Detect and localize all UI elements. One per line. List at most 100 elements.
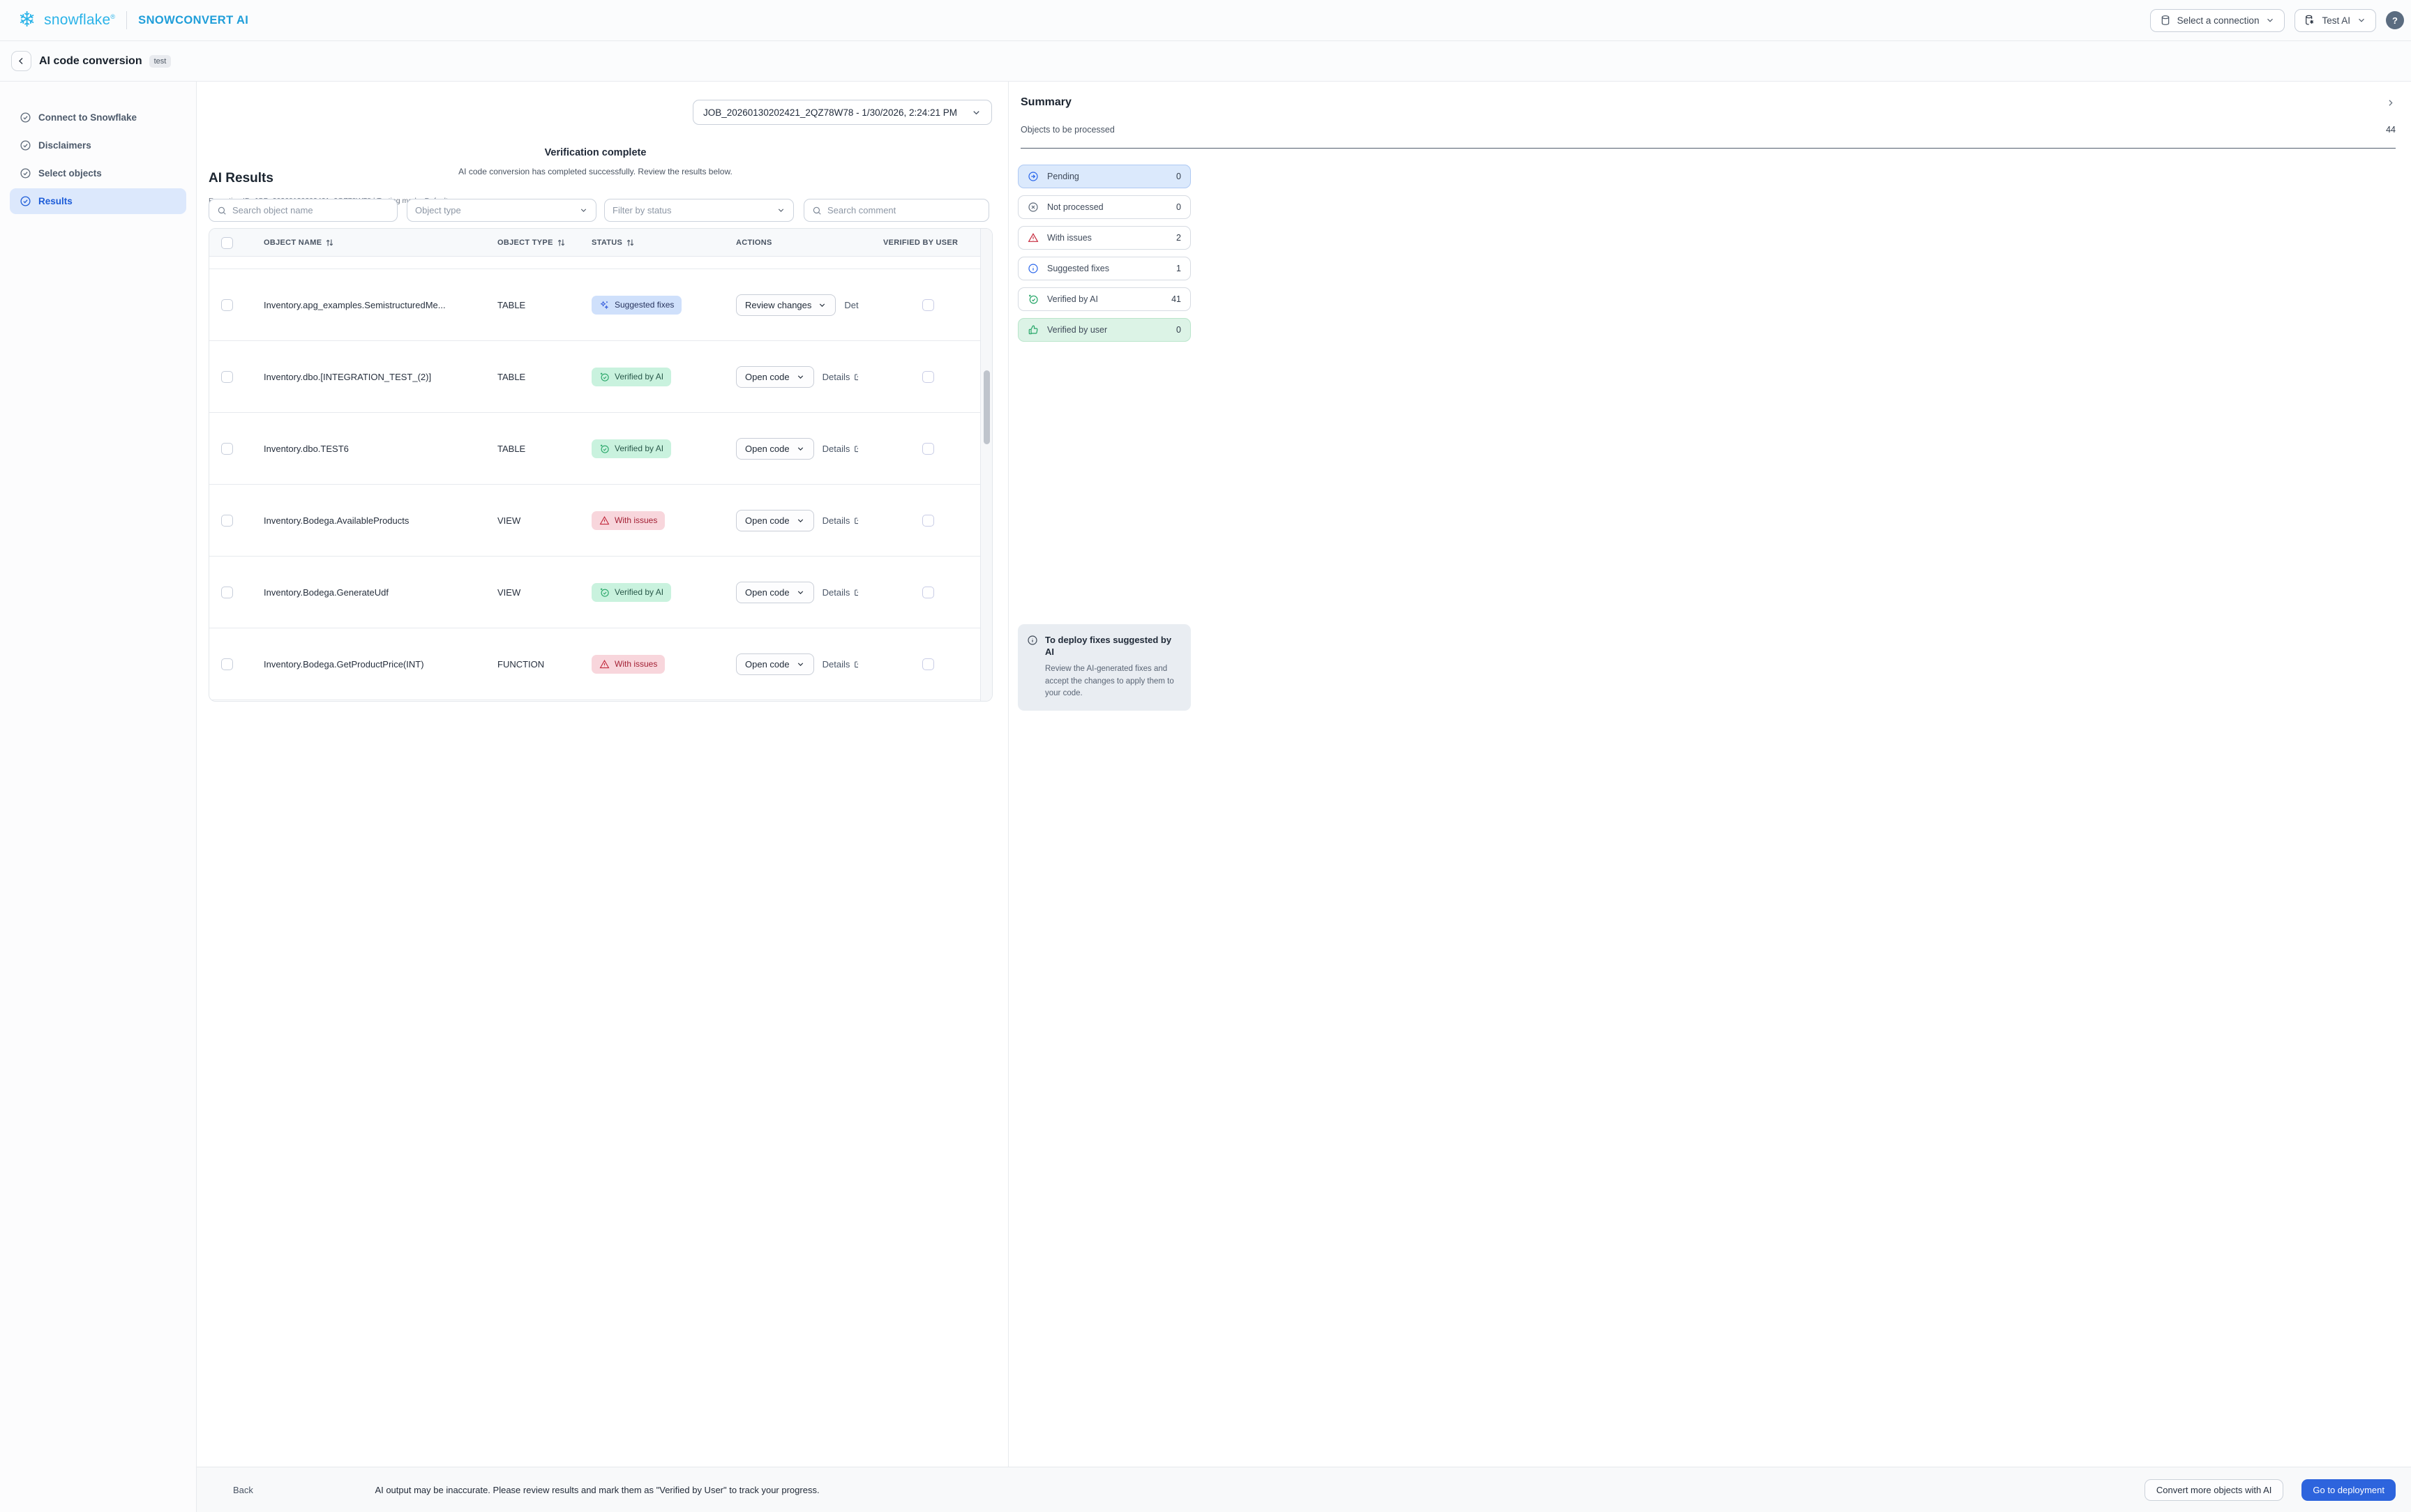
chevron-down-icon [796,588,805,597]
row-checkbox[interactable] [221,443,233,455]
verified-by-user-checkbox[interactable] [922,443,934,455]
details-link[interactable]: Details [823,587,859,598]
select-connection-button[interactable]: Select a connection [2150,9,2285,32]
chevron-down-icon [818,301,827,310]
sort-icon[interactable] [557,238,566,248]
product-name: SNOWCONVERT AI [138,14,248,27]
sidebar-item-connect[interactable]: Connect to Snowflake [10,105,186,130]
convert-more-objects-button[interactable]: Convert more objects with AI [2145,1479,2283,1501]
status-filter-dropdown[interactable]: Filter by status [604,199,794,222]
top-app-bar: ❄ snowflake® SNOWCONVERT AI Select a con… [0,0,2411,41]
stat-card-pending[interactable]: Pending 0 [1018,165,1191,188]
details-link[interactable]: Det [844,300,858,310]
verified-by-user-checkbox[interactable] [922,299,934,311]
search-comment-input[interactable] [827,205,981,216]
column-header-object-name[interactable]: OBJECT NAME [264,229,334,257]
back-link[interactable]: Back [233,1485,253,1495]
check-circle-sparkle-icon [599,587,610,598]
stat-card-with-issues[interactable]: With issues 2 [1018,226,1191,250]
row-checkbox[interactable] [221,371,233,383]
search-object-input[interactable] [232,205,389,216]
select-all-checkbox[interactable] [221,237,233,249]
stat-card-verified-by-user[interactable]: Verified by user 0 [1018,318,1191,342]
sidebar-item-results[interactable]: Results [10,188,186,214]
object-name: Inventory.Bodega.AvailableProducts [264,485,409,556]
status-badge: With issues [592,655,665,674]
stat-card-verified-by-ai[interactable]: Verified by AI 41 [1018,287,1191,311]
column-header-verified-by-user: VERIFIED BY USER [883,229,958,257]
stat-value: 0 [1176,172,1181,181]
verified-by-user-checkbox[interactable] [922,658,934,670]
external-link-icon [853,660,858,669]
open-code-button[interactable]: Open code [736,366,814,388]
verified-by-user-checkbox[interactable] [922,371,934,383]
chevron-down-icon [579,206,588,215]
go-to-deployment-button[interactable]: Go to deployment [2301,1479,2396,1501]
job-selector-dropdown[interactable]: JOB_20260130202421_2QZ78W78 - 1/30/2026,… [693,100,992,125]
table-row: Inventory.Bodega.GetProductPrice(INT) FU… [209,628,982,700]
open-code-button[interactable]: Open code [736,510,814,531]
row-checkbox[interactable] [221,515,233,527]
chevron-down-icon [971,107,982,118]
row-checkbox[interactable] [221,658,233,670]
chevron-down-icon [776,206,786,215]
object-type: TABLE [497,341,525,412]
table-row: Inventory.Bodega.AvailableProducts VIEW … [209,485,982,557]
details-link[interactable]: Details [823,515,859,526]
stat-value: 41 [1171,294,1181,304]
stat-label: Verified by AI [1047,294,1098,304]
stat-card-suggested-fixes[interactable]: Suggested fixes 1 [1018,257,1191,280]
verification-status-subtitle: AI code conversion has completed success… [197,167,994,176]
help-button[interactable]: ? [2386,11,2404,29]
stat-label: Verified by user [1047,325,1107,335]
info-title: To deploy fixes suggested by AI [1045,635,1181,658]
stat-value: 2 [1176,233,1181,243]
chevron-left-icon [16,56,27,66]
chevron-down-icon [2265,15,2275,25]
back-button[interactable] [11,51,31,71]
sort-icon[interactable] [626,238,635,248]
status-badge: Verified by AI [592,439,671,458]
search-comment-field[interactable] [804,199,989,222]
table-row: Inventory.dbo.[INTEGRATION_TEST_(2)] TAB… [209,341,982,413]
deploy-info-box: To deploy fixes suggested by AI Review t… [1018,624,1191,711]
help-label: ? [2392,15,2398,26]
sidebar-item-disclaimers[interactable]: Disclaimers [10,133,186,158]
column-header-object-type[interactable]: OBJECT TYPE [497,229,566,257]
review-changes-button[interactable]: Review changes [736,294,836,316]
column-header-status[interactable]: STATUS [592,229,635,257]
verified-by-user-checkbox[interactable] [922,587,934,598]
table-scrollbar-track[interactable] [980,229,992,701]
table-row: Inventory.apg_examples.SemistructuredMe.… [209,269,982,341]
project-badge: test [149,55,172,68]
sidebar-item-select-objects[interactable]: Select objects [10,160,186,186]
steps-sidebar: Connect to Snowflake Disclaimers Select … [0,82,197,1512]
table-scrollbar-thumb[interactable] [984,370,990,444]
chevron-right-icon[interactable] [2385,98,2396,108]
details-link[interactable]: Details [823,372,859,382]
row-checkbox[interactable] [221,299,233,311]
brand-name: snowflake [44,12,110,28]
table-row: Inventory.Bodega.GenerateUdf VIEW Verifi… [209,557,982,628]
ai-disclaimer-text: AI output may be inaccurate. Please revi… [375,1485,819,1495]
sidebar-item-label: Connect to Snowflake [38,112,137,123]
row-checkbox[interactable] [221,587,233,598]
open-code-button[interactable]: Open code [736,653,814,675]
sort-icon[interactable] [325,238,334,248]
test-ai-button[interactable]: Test AI [2294,9,2376,32]
object-type-dropdown[interactable]: Object type [407,199,596,222]
external-link-icon [853,444,858,453]
page-title-bar: AI code conversion test [0,41,2411,82]
object-type: VIEW [497,557,520,628]
open-code-button[interactable]: Open code [736,438,814,460]
summary-panel: Summary Objects to be processed 44 Pendi… [1008,82,2411,1467]
details-link[interactable]: Details [823,444,859,454]
verified-by-user-checkbox[interactable] [922,515,934,527]
search-object-field[interactable] [209,199,398,222]
details-link[interactable]: Details [823,659,859,670]
database-snowflake-icon [2304,15,2315,26]
open-code-button[interactable]: Open code [736,582,814,603]
table-header-row: OBJECT NAME OBJECT TYPE STATUS ACTIONS V… [209,229,992,257]
warning-triangle-icon [599,515,610,526]
stat-card-not-processed[interactable]: Not processed 0 [1018,195,1191,219]
